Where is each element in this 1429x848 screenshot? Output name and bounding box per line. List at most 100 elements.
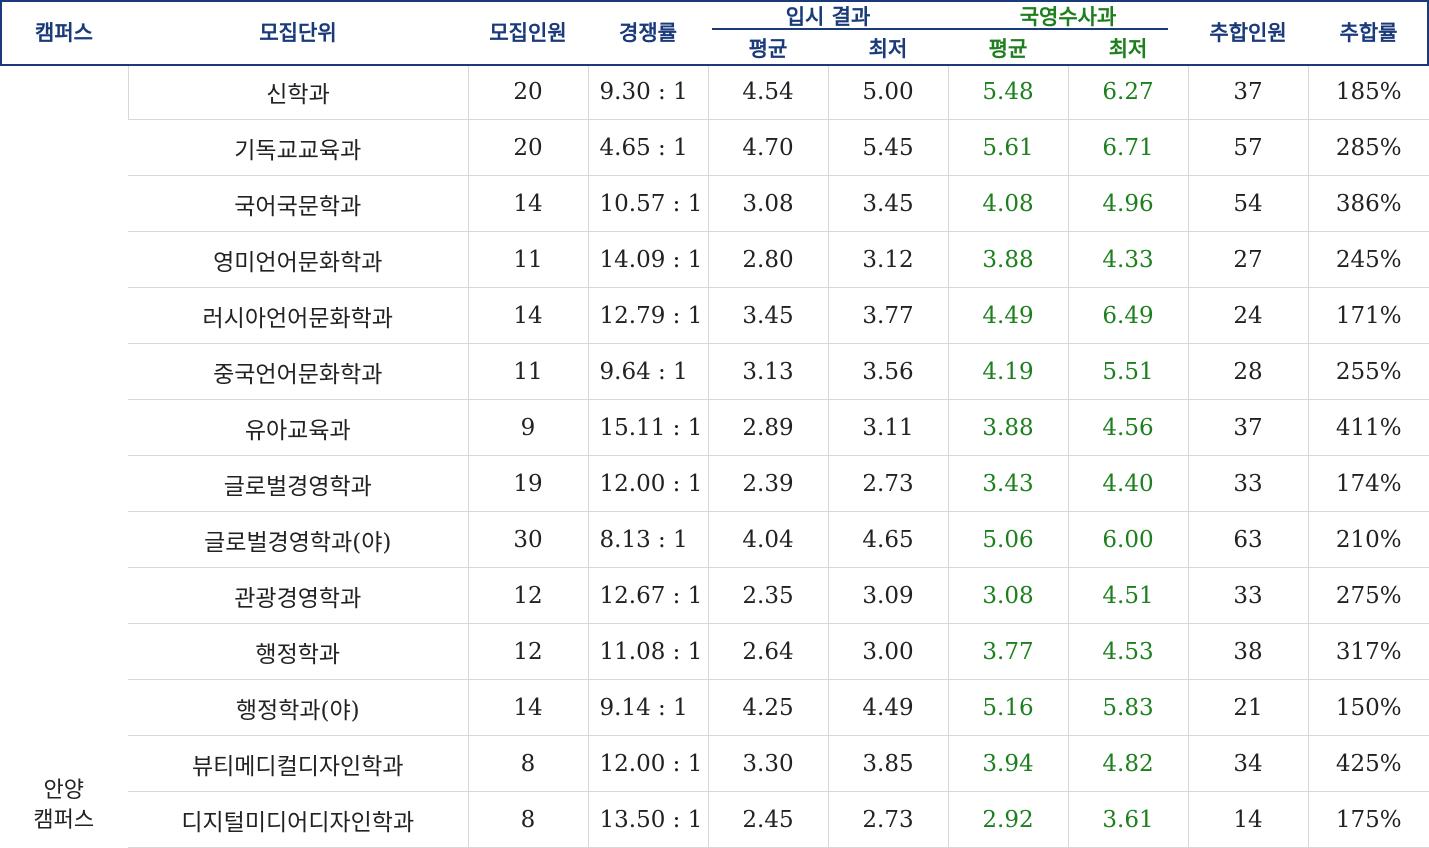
min-cell: 3.00 bbox=[827, 623, 948, 680]
kems-min-cell: 3.61 bbox=[1067, 791, 1189, 848]
kems-min-cell: 4.33 bbox=[1067, 231, 1189, 288]
kems-min-cell: 4.56 bbox=[1067, 399, 1189, 456]
extra-cell: 63 bbox=[1187, 511, 1309, 568]
min-cell: 5.00 bbox=[827, 64, 948, 120]
rate-cell: 174% bbox=[1307, 455, 1429, 512]
avg-cell: 4.25 bbox=[707, 679, 828, 736]
rate-cell: 255% bbox=[1307, 343, 1429, 400]
kems-avg-cell: 5.16 bbox=[947, 679, 1068, 736]
kems-avg-cell: 5.48 bbox=[947, 64, 1068, 120]
unit-cell: 영미언어문화학과 bbox=[128, 231, 468, 288]
min-cell: 3.09 bbox=[827, 567, 948, 624]
kems-avg-cell: 4.08 bbox=[947, 175, 1068, 232]
quota-cell: 12 bbox=[467, 623, 588, 680]
header-extra: 추합인원 bbox=[1209, 21, 1287, 45]
rate-cell: 185% bbox=[1307, 64, 1429, 120]
table-row: 뷰티메디컬디자인학과 8 12.00 : 1 3.30 3.85 3.94 4.82 34 42… bbox=[0, 735, 1429, 792]
rate-cell: 175% bbox=[1307, 791, 1429, 848]
competition-cell: 13.50 : 1 bbox=[587, 791, 708, 848]
kems-avg-cell: 3.88 bbox=[947, 399, 1068, 456]
quota-cell: 19 bbox=[467, 455, 588, 512]
extra-cell: 54 bbox=[1187, 175, 1309, 232]
extra-cell: 37 bbox=[1187, 64, 1309, 120]
header-kems-min: 최저 bbox=[1108, 36, 1148, 61]
extra-cell: 24 bbox=[1187, 287, 1309, 344]
extra-cell: 21 bbox=[1187, 679, 1309, 736]
avg-cell: 3.30 bbox=[707, 735, 828, 792]
table-row: 글로벌경영학과(야) 30 8.13 : 1 4.04 4.65 5.06 6.00 63 21… bbox=[0, 511, 1429, 568]
kems-avg-cell: 3.88 bbox=[947, 231, 1068, 288]
kems-avg-cell: 5.06 bbox=[947, 511, 1068, 568]
avg-cell: 3.08 bbox=[707, 175, 828, 232]
table-row: 글로벌경영학과 19 12.00 : 1 2.39 2.73 3.43 4.40 33 174% bbox=[0, 455, 1429, 512]
competition-cell: 9.30 : 1 bbox=[587, 64, 708, 120]
avg-cell: 4.54 bbox=[707, 64, 828, 120]
kems-min-cell: 4.40 bbox=[1067, 455, 1189, 512]
competition-cell: 9.14 : 1 bbox=[587, 679, 708, 736]
table-body: 안양 캠퍼스 신학과 20 9.30 : 1 4.54 5.00 5.48 6.2… bbox=[0, 64, 1429, 848]
competition-cell: 8.13 : 1 bbox=[587, 511, 708, 568]
rate-cell: 425% bbox=[1307, 735, 1429, 792]
rate-cell: 150% bbox=[1307, 679, 1429, 736]
header-min: 최저 bbox=[868, 36, 908, 61]
extra-cell: 37 bbox=[1187, 399, 1309, 456]
min-cell: 4.49 bbox=[827, 679, 948, 736]
min-cell: 3.85 bbox=[827, 735, 948, 792]
kems-min-cell: 4.53 bbox=[1067, 623, 1189, 680]
min-cell: 2.73 bbox=[827, 455, 948, 512]
kems-min-cell: 6.71 bbox=[1067, 119, 1189, 176]
competition-cell: 4.65 : 1 bbox=[587, 119, 708, 176]
quota-cell: 8 bbox=[467, 791, 588, 848]
table-header: 캠퍼스 모집단위 모집인원 경쟁률 입시 결과 국영수사과 추합인원 추합률 평… bbox=[0, 0, 1429, 64]
rate-cell: 210% bbox=[1307, 511, 1429, 568]
extra-cell: 28 bbox=[1187, 343, 1309, 400]
unit-cell: 디지털미디어디자인학과 bbox=[128, 791, 468, 848]
min-cell: 3.11 bbox=[827, 399, 948, 456]
rate-cell: 171% bbox=[1307, 287, 1429, 344]
kems-avg-cell: 3.43 bbox=[947, 455, 1068, 512]
quota-cell: 11 bbox=[467, 343, 588, 400]
table-row: 기독교교육과 20 4.65 : 1 4.70 5.45 5.61 6.71 57 285% bbox=[0, 119, 1429, 176]
unit-cell: 관광경영학과 bbox=[128, 567, 468, 624]
kems-min-cell: 6.27 bbox=[1067, 64, 1189, 120]
table-row: 디지털미디어디자인학과 8 13.50 : 1 2.45 2.73 2.92 3.61 14 1… bbox=[0, 791, 1429, 848]
campus-cell: 안양 캠퍼스 bbox=[0, 64, 128, 848]
extra-cell: 57 bbox=[1187, 119, 1309, 176]
avg-cell: 2.64 bbox=[707, 623, 828, 680]
avg-cell: 2.35 bbox=[707, 567, 828, 624]
kems-avg-cell: 2.92 bbox=[947, 791, 1068, 848]
quota-cell: 14 bbox=[467, 679, 588, 736]
header-admission-result-label: 입시 결과 bbox=[785, 5, 871, 29]
competition-cell: 14.09 : 1 bbox=[587, 231, 708, 288]
quota-cell: 14 bbox=[467, 287, 588, 344]
kems-avg-cell: 4.19 bbox=[947, 343, 1068, 400]
table-row: 국어국문학과 14 10.57 : 1 3.08 3.45 4.08 4.96 54 386% bbox=[0, 175, 1429, 232]
unit-cell: 글로벌경영학과(야) bbox=[128, 511, 468, 568]
header-avg: 평균 bbox=[748, 36, 788, 61]
header-campus: 캠퍼스 bbox=[35, 21, 93, 45]
kems-min-cell: 6.00 bbox=[1067, 511, 1189, 568]
avg-cell: 3.45 bbox=[707, 287, 828, 344]
min-cell: 3.77 bbox=[827, 287, 948, 344]
table-row: 관광경영학과 12 12.67 : 1 2.35 3.09 3.08 4.51 33 275% bbox=[0, 567, 1429, 624]
rate-cell: 275% bbox=[1307, 567, 1429, 624]
extra-cell: 33 bbox=[1187, 567, 1309, 624]
min-cell: 4.65 bbox=[827, 511, 948, 568]
kems-avg-cell: 3.94 bbox=[947, 735, 1068, 792]
quota-cell: 8 bbox=[467, 735, 588, 792]
quota-cell: 20 bbox=[467, 119, 588, 176]
extra-cell: 33 bbox=[1187, 455, 1309, 512]
campus-line1: 안양 bbox=[43, 777, 84, 803]
table-row: 러시아언어문화학과 14 12.79 : 1 3.45 3.77 4.49 6.49 24 17… bbox=[0, 287, 1429, 344]
unit-cell: 국어국문학과 bbox=[128, 175, 468, 232]
header-kems: 국영수사과 bbox=[948, 0, 1188, 31]
unit-cell: 행정학과 bbox=[128, 623, 468, 680]
header-kems-avg: 평균 bbox=[988, 36, 1028, 61]
rate-cell: 386% bbox=[1307, 175, 1429, 232]
kems-min-cell: 6.49 bbox=[1067, 287, 1189, 344]
quota-cell: 20 bbox=[467, 64, 588, 120]
kems-min-cell: 4.51 bbox=[1067, 567, 1189, 624]
avg-cell: 4.70 bbox=[707, 119, 828, 176]
rate-cell: 285% bbox=[1307, 119, 1429, 176]
header-kems-label: 국영수사과 bbox=[1019, 5, 1117, 29]
